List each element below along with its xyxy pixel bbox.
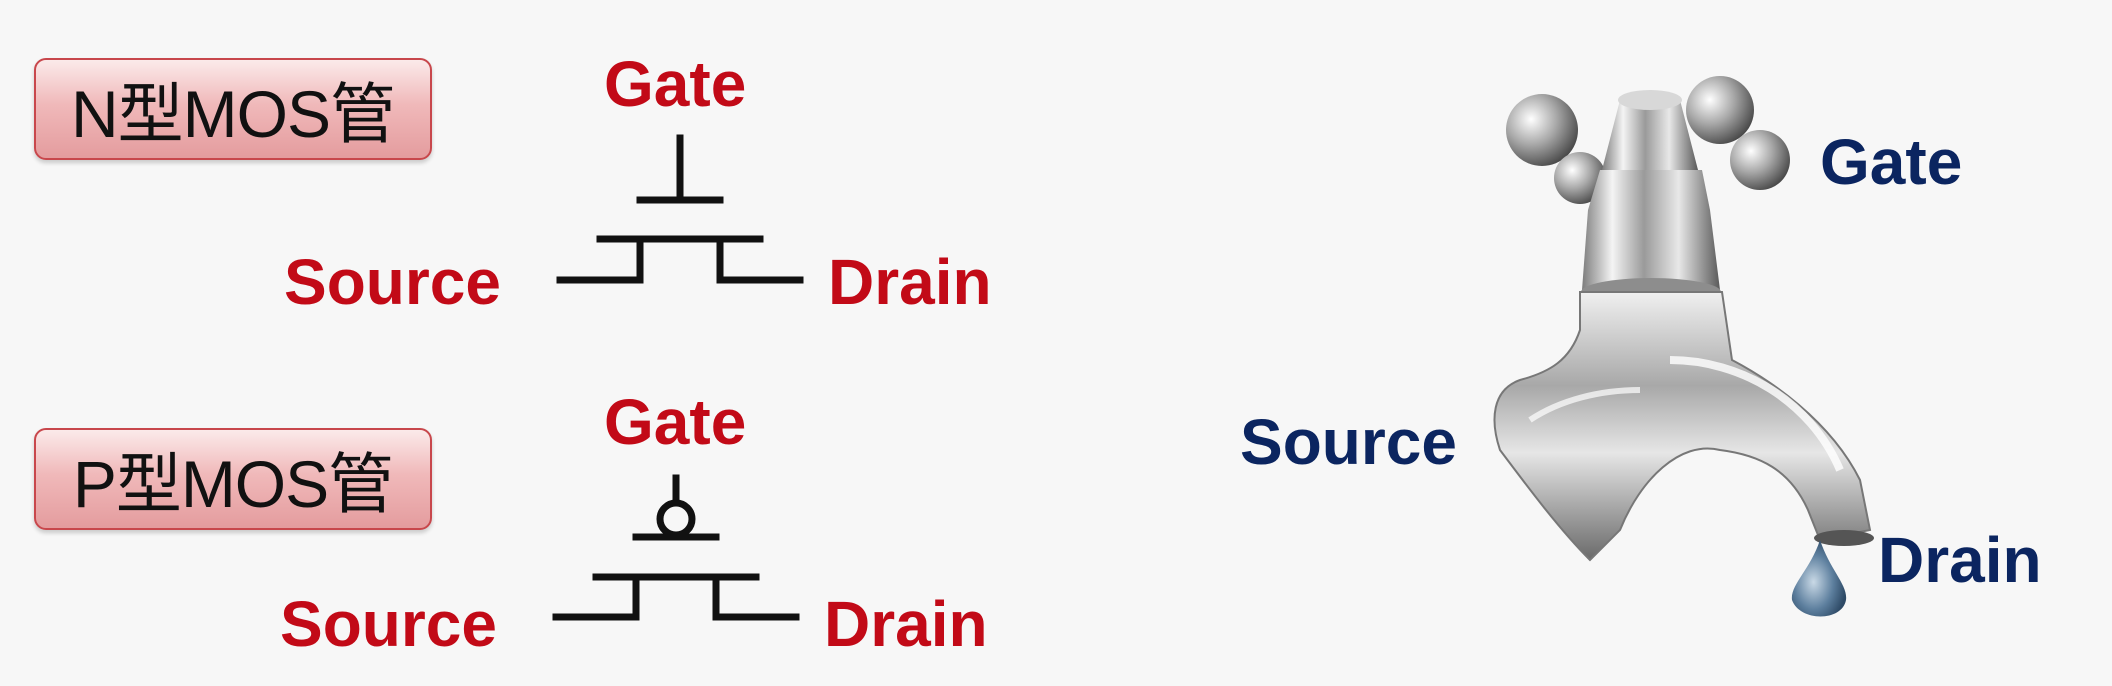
faucet-gate-label: Gate (1820, 126, 1963, 198)
mos-symbols (552, 134, 804, 621)
nmos-symbol (556, 134, 804, 284)
faucet-source-label: Source (1240, 406, 1457, 478)
pmos-symbol (552, 474, 800, 621)
faucet-drain-label: Drain (1878, 524, 2042, 596)
